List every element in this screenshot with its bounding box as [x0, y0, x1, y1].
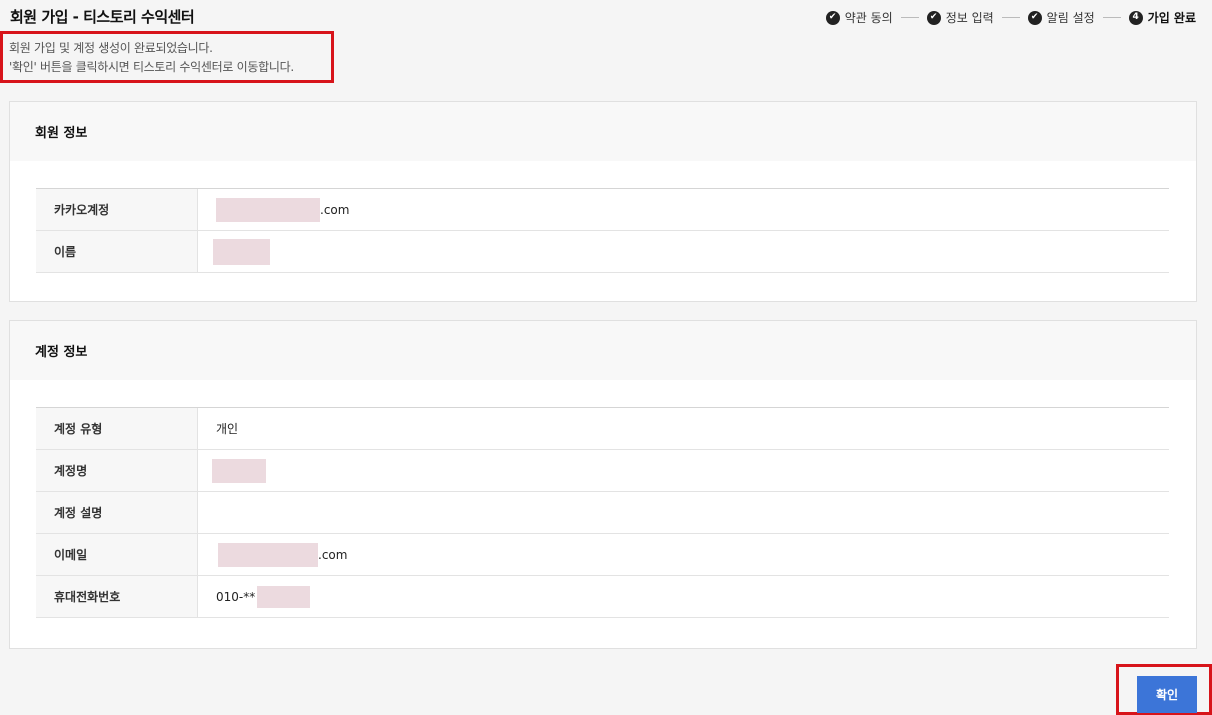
- row-label: 휴대전화번호: [36, 576, 198, 617]
- value-text: .com: [318, 547, 348, 562]
- signup-complete-page: 회원 가입 - 티스토리 수익센터 ✔ 약관 동의 ✔ 정보 입력 ✔ 알림 설…: [0, 0, 1212, 715]
- step-divider: [1001, 17, 1020, 18]
- row-label: 이메일: [36, 534, 198, 575]
- redacted-block: [213, 238, 270, 265]
- notice-line: '확인' 버튼을 클릭하시면 티스토리 수익센터로 이동합니다.: [9, 60, 294, 74]
- card-title: 회원 정보: [10, 102, 1196, 161]
- info-table: 계정 유형 개인 계정명 계정 설명 이메일 .com 휴대전화번호 010-*…: [36, 407, 1169, 618]
- phone-value: 010-**: [198, 576, 1169, 617]
- value-text: 010-**: [216, 589, 256, 604]
- notice-line: 회원 가입 및 계정 생성이 완료되었습니다.: [9, 41, 213, 55]
- redacted-block: [257, 585, 311, 608]
- email-value: .com: [198, 534, 1169, 575]
- step-info-input: ✔ 정보 입력: [926, 9, 994, 26]
- name-value: [198, 231, 1169, 272]
- member-info-card: 회원 정보 카카오계정 .com 이름: [9, 101, 1197, 302]
- step-label: 정보 입력: [945, 11, 994, 25]
- step-divider: [1102, 17, 1121, 18]
- confirm-button[interactable]: 확인: [1137, 676, 1197, 713]
- table-row: 계정 유형 개인: [36, 408, 1169, 450]
- table-row: 계정 설명: [36, 492, 1169, 534]
- check-circle-icon: ✔: [926, 10, 941, 25]
- step-label: 알림 설정: [1046, 11, 1095, 25]
- step-number-icon: 4: [1128, 10, 1143, 25]
- account-name-value: [198, 450, 1169, 491]
- card-body: 계정 유형 개인 계정명 계정 설명 이메일 .com 휴대전화번호 010-*…: [10, 380, 1196, 645]
- redacted-block: [212, 458, 266, 483]
- account-info-card: 계정 정보 계정 유형 개인 계정명 계정 설명 이메일 .com 휴대전화번호…: [9, 320, 1197, 649]
- kakao-account-value: .com: [198, 189, 1169, 230]
- row-label: 계정 유형: [36, 408, 198, 449]
- row-label: 계정명: [36, 450, 198, 491]
- step-complete: 4 가입 완료: [1128, 9, 1196, 26]
- row-label: 이름: [36, 231, 198, 272]
- info-table: 카카오계정 .com 이름: [36, 188, 1169, 273]
- value-text: .com: [320, 202, 350, 217]
- account-type-value: 개인: [216, 422, 239, 436]
- account-description-value: [198, 492, 1169, 533]
- page-title: 회원 가입 - 티스토리 수익센터: [10, 8, 195, 26]
- redacted-block: [216, 197, 320, 222]
- redacted-block: [218, 542, 318, 567]
- step-notification: ✔ 알림 설정: [1027, 9, 1095, 26]
- check-circle-icon: ✔: [825, 10, 840, 25]
- check-circle-icon: ✔: [1027, 10, 1042, 25]
- card-body: 카카오계정 .com 이름: [10, 161, 1196, 300]
- table-row: 이름: [36, 231, 1169, 273]
- step-label: 약관 동의: [844, 11, 893, 25]
- table-row: 카카오계정 .com: [36, 189, 1169, 231]
- row-label: 계정 설명: [36, 492, 198, 533]
- step-terms: ✔ 약관 동의: [825, 9, 893, 26]
- step-divider: [900, 17, 919, 18]
- step-label: 가입 완료: [1147, 11, 1196, 25]
- table-row: 계정명: [36, 450, 1169, 492]
- completion-notice: 회원 가입 및 계정 생성이 완료되었습니다. '확인' 버튼을 클릭하시면 티…: [0, 31, 334, 83]
- table-row: 이메일 .com: [36, 534, 1169, 576]
- card-title: 계정 정보: [10, 321, 1196, 380]
- table-row: 휴대전화번호 010-**: [36, 576, 1169, 618]
- signup-steps: ✔ 약관 동의 ✔ 정보 입력 ✔ 알림 설정 4 가입 완료: [825, 9, 1196, 26]
- row-label: 카카오계정: [36, 189, 198, 230]
